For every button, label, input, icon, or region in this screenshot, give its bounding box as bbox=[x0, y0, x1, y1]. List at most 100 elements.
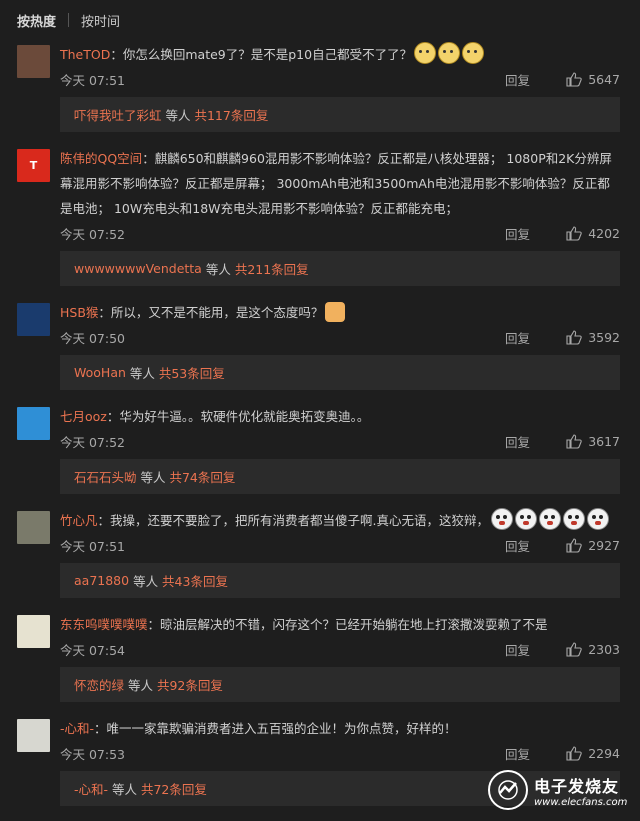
comment-meta: 今天 07:54 回复 2303 bbox=[60, 637, 620, 661]
ghost-emoji-icon bbox=[563, 508, 585, 530]
replies-summary[interactable]: 石石石头呦 等人 共74条回复 bbox=[60, 459, 620, 494]
reply-user[interactable]: WooHan bbox=[74, 365, 126, 380]
comment-timestamp: 今天 07:52 bbox=[60, 226, 125, 242]
avatar[interactable] bbox=[17, 303, 50, 336]
reply-connector: 等人 bbox=[125, 366, 159, 381]
reply-count-link[interactable]: 共74条回复 bbox=[169, 467, 235, 486]
comment-list: TheTOD：你怎么换回mate9了？是不是p10自己都受不了了？ 今天 07:5… bbox=[0, 40, 640, 806]
comment-username[interactable]: 竹心凡 bbox=[60, 513, 98, 528]
reply-count-link[interactable]: 共43条回复 bbox=[162, 571, 228, 590]
sort-divider bbox=[68, 13, 70, 27]
like-count: 4202 bbox=[588, 225, 620, 241]
replies-summary[interactable]: 怀恋的绿 等人 共92条回复 bbox=[60, 667, 620, 702]
comment-username[interactable]: HSB猴 bbox=[60, 305, 98, 320]
comment-meta: 今天 07:53 回复 2294 bbox=[60, 741, 620, 765]
reply-button[interactable]: 回复 bbox=[505, 536, 530, 555]
reply-connector: 等人 bbox=[161, 108, 195, 123]
replies-summary[interactable]: 吓得我吐了彩虹 等人 共117条回复 bbox=[60, 97, 620, 132]
reply-count-link[interactable]: 共92条回复 bbox=[157, 675, 223, 694]
comment-timestamp: 今天 07:50 bbox=[60, 330, 125, 346]
ghost-emoji-icon bbox=[491, 508, 513, 530]
reply-button[interactable]: 回复 bbox=[505, 432, 530, 451]
like-count: 5647 bbox=[588, 71, 620, 87]
replies-summary[interactable]: aa71880 等人 共43条回复 bbox=[60, 563, 620, 598]
comment-item: HSB猴：所以，又不是不能用，是这个态度吗？ 今天 07:50 回复 3592 bbox=[0, 286, 640, 349]
doge-emoji-icon bbox=[462, 42, 485, 64]
ghost-emoji-icon bbox=[515, 508, 537, 530]
comment-username[interactable]: 陈伟的QQ空间 bbox=[60, 151, 142, 166]
replies-summary[interactable]: WooHan 等人 共53条回复 bbox=[60, 355, 620, 390]
reply-count-link[interactable]: 共72条回复 bbox=[141, 779, 207, 798]
like-count: 2303 bbox=[588, 641, 620, 657]
watermark: 电子发烧友 www.elecfans.com bbox=[488, 767, 628, 813]
sort-by-hot-tab[interactable]: 按热度 bbox=[17, 11, 56, 30]
like-count: 2927 bbox=[588, 537, 620, 553]
like-count: 3617 bbox=[588, 433, 620, 449]
reply-connector: 等人 bbox=[124, 678, 157, 693]
comment-text: ：所以，又不是不能用，是这个态度吗？ bbox=[98, 305, 324, 320]
thumbs-up-icon bbox=[566, 537, 582, 553]
reply-user[interactable]: 石石石头呦 bbox=[74, 467, 137, 486]
like-count: 2294 bbox=[588, 745, 620, 761]
comment-username[interactable]: 七月ooz bbox=[60, 409, 107, 424]
reply-user[interactable]: -心和- bbox=[74, 779, 108, 798]
comment-meta: 今天 07:51 回复 5647 bbox=[60, 67, 620, 91]
comment-username[interactable]: TheTOD bbox=[60, 47, 110, 62]
like-button[interactable]: 2294 bbox=[560, 746, 620, 761]
reply-button[interactable]: 回复 bbox=[505, 224, 530, 243]
avatar[interactable] bbox=[17, 407, 50, 440]
avatar[interactable] bbox=[17, 511, 50, 544]
reply-button[interactable]: 回复 bbox=[505, 640, 530, 659]
replies-summary[interactable]: wwwwwwwVendetta 等人 共211条回复 bbox=[60, 251, 620, 286]
reply-user[interactable]: wwwwwwwVendetta bbox=[74, 261, 202, 276]
elecfans-logo-icon bbox=[488, 770, 528, 810]
like-count: 3592 bbox=[588, 329, 620, 345]
comment-item: TheTOD：你怎么换回mate9了？是不是p10自己都受不了了？ 今天 07:5… bbox=[0, 40, 640, 91]
reply-user[interactable]: 怀恋的绿 bbox=[74, 675, 124, 694]
sort-bar: 按热度 按时间 bbox=[0, 0, 640, 40]
like-button[interactable]: 2303 bbox=[560, 642, 620, 657]
like-button[interactable]: 3617 bbox=[560, 434, 620, 449]
comment-item: 七月ooz：华为好牛逼。。软硬件优化就能奥拓变奥迪。。今天 07:52 回复 361… bbox=[0, 390, 640, 453]
reply-count-link[interactable]: 共211条回复 bbox=[235, 259, 309, 278]
avatar[interactable] bbox=[17, 45, 50, 78]
reply-count-link[interactable]: 共53条回复 bbox=[159, 363, 225, 382]
avatar[interactable]: T bbox=[17, 149, 50, 182]
reply-user[interactable]: aa71880 bbox=[74, 573, 129, 588]
comment-text: ：晾油层解决的不错，闪存这个？已经开始躺在地上打滚撒泼耍赖了不是 bbox=[147, 617, 548, 632]
like-button[interactable]: 5647 bbox=[560, 72, 620, 87]
like-button[interactable]: 4202 bbox=[560, 226, 620, 241]
comment-timestamp: 今天 07:54 bbox=[60, 642, 125, 658]
avatar[interactable] bbox=[17, 615, 50, 648]
comment-body: 陈伟的QQ空间：麒麟650和麒麟960混用影不影响体验？反正都是八核处理器； 1… bbox=[60, 146, 620, 221]
reply-connector: 等人 bbox=[201, 262, 235, 277]
reply-user[interactable]: 吓得我吐了彩虹 bbox=[74, 105, 162, 124]
comment-timestamp: 今天 07:52 bbox=[60, 434, 125, 450]
watermark-url: www.elecfans.com bbox=[534, 796, 628, 808]
reply-button[interactable]: 回复 bbox=[505, 70, 530, 89]
like-button[interactable]: 3592 bbox=[560, 330, 620, 345]
thumbs-emoji-icon bbox=[325, 302, 346, 322]
like-button[interactable]: 2927 bbox=[560, 538, 620, 553]
comment-username[interactable]: 东东呜噗噗噗噗 bbox=[60, 617, 148, 632]
comment-body: HSB猴：所以，又不是不能用，是这个态度吗？ bbox=[60, 300, 620, 325]
reply-button[interactable]: 回复 bbox=[505, 744, 530, 763]
thumbs-up-icon bbox=[566, 71, 582, 87]
thumbs-up-icon bbox=[566, 225, 582, 241]
reply-count-link[interactable]: 共117条回复 bbox=[194, 105, 268, 124]
comment-body: 七月ooz：华为好牛逼。。软硬件优化就能奥拓变奥迪。。 bbox=[60, 404, 620, 429]
comment-meta: 今天 07:50 回复 3592 bbox=[60, 325, 620, 349]
comment-text: ：我操，还要不要脸了，把所有消费者都当傻子啊.真心无语，这狡辩， bbox=[97, 513, 489, 528]
avatar[interactable] bbox=[17, 719, 50, 752]
comment-username[interactable]: -心和- bbox=[60, 721, 94, 736]
comment-meta: 今天 07:51 回复 2927 bbox=[60, 533, 620, 557]
comment-item: 竹心凡：我操，还要不要脸了，把所有消费者都当傻子啊.真心无语，这狡辩， 今天 07… bbox=[0, 494, 640, 557]
comment-text: ：华为好牛逼。。软硬件优化就能奥拓变奥迪。。 bbox=[106, 409, 370, 424]
sort-by-time-tab[interactable]: 按时间 bbox=[81, 11, 120, 30]
reply-connector: 等人 bbox=[136, 470, 170, 485]
reply-button[interactable]: 回复 bbox=[505, 328, 530, 347]
comment-body: 竹心凡：我操，还要不要脸了，把所有消费者都当傻子啊.真心无语，这狡辩， bbox=[60, 508, 620, 533]
comment-timestamp: 今天 07:53 bbox=[60, 746, 125, 762]
comment-text: ：麒麟650和麒麟960混用影不影响体验？反正都是八核处理器； 1080P和2K… bbox=[60, 151, 612, 216]
comment-item: -心和-：唯一一家靠欺骗消费者进入五百强的企业！为你点赞，好样的！ 今天 07:5… bbox=[0, 702, 640, 765]
